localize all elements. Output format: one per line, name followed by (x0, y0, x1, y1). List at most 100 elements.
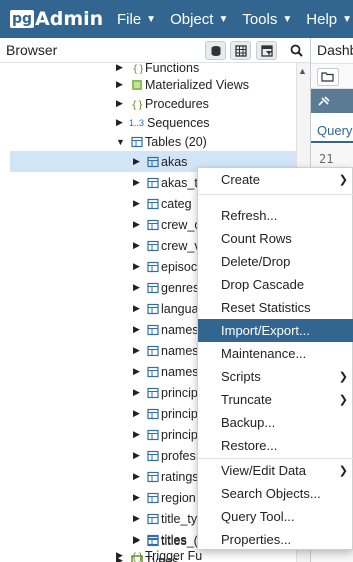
open-file-button[interactable] (317, 68, 339, 86)
line-number: 21 (319, 152, 334, 166)
menu-help[interactable]: Help ▼ (306, 11, 352, 28)
filter-table-icon (260, 44, 273, 57)
chevron-right-icon: ▶ (133, 156, 140, 166)
tree-item-label: Tables (20) (145, 134, 207, 149)
chevron-down-icon: ▼ (218, 13, 229, 25)
tree-item-label: Sequences (147, 115, 210, 130)
tree-item-label: names (161, 364, 199, 379)
menu-item-delete-drop[interactable]: Delete/Drop (198, 250, 353, 273)
active-tab-underline (311, 141, 353, 143)
menu-item-label: Refresh... (221, 208, 278, 223)
types-icon (131, 555, 143, 562)
chevron-right-icon: ❯ (338, 394, 348, 406)
tree-item-label: genres (161, 280, 200, 295)
table-icon (147, 492, 159, 503)
tree-item-label: categ (161, 196, 192, 211)
menu-item-scripts[interactable]: Scripts ❯ (198, 365, 353, 388)
tree-item-label: Materialized Views (145, 77, 249, 92)
svg-text:{}: {} (132, 64, 143, 74)
chevron-right-icon: ▶ (133, 387, 140, 397)
menu-item-restore[interactable]: Restore... (198, 434, 353, 457)
menu-item-search-objects[interactable]: Search Objects... (198, 482, 353, 505)
scroll-up-icon[interactable]: ▲ (298, 66, 307, 76)
tree-item-materialized-views[interactable]: ▶ Materialized Views (0, 74, 296, 95)
chevron-right-icon: ▶ (116, 98, 123, 108)
menu-tools[interactable]: Tools ▼ (242, 11, 292, 28)
chevron-right-icon: ▶ (133, 303, 140, 313)
menu-item-view-edit-data[interactable]: View/Edit Data ❯ (198, 459, 353, 482)
menu-help-label: Help (306, 10, 338, 28)
menu-item-reset-statistics[interactable]: Reset Statistics (198, 296, 353, 319)
tree-item-tables[interactable]: ▼ Tables (20) (0, 131, 296, 152)
chevron-right-icon: ▶ (133, 429, 140, 439)
search-objects-button[interactable] (286, 41, 306, 60)
tree-item-label: akas_t (161, 175, 198, 190)
chevron-right-icon: ▶ (133, 219, 140, 229)
menu-item-label: Restore... (221, 438, 278, 453)
database-icon (211, 45, 220, 56)
table-icon (147, 450, 159, 461)
tree-item-label: names (161, 343, 199, 358)
tree-item-sequences[interactable]: ▶ 1..3 Sequences (0, 112, 296, 133)
chevron-right-icon: ▶ (116, 555, 123, 562)
chevron-right-icon: ▶ (133, 282, 140, 292)
filtered-rows-button[interactable] (256, 41, 277, 60)
menu-item-label: Delete/Drop (221, 254, 291, 269)
chevron-right-icon: ▶ (133, 492, 140, 502)
view-data-button[interactable] (230, 41, 251, 60)
menu-item-label: Count Rows (221, 231, 292, 246)
menu-item-label: Reset Statistics (221, 300, 311, 315)
tree-item-label: akas (161, 154, 188, 169)
tree-item-types[interactable]: ▶ Types (0, 554, 196, 562)
chevron-down-icon: ▼ (282, 13, 293, 25)
menu-item-label: Scripts (221, 369, 261, 384)
tree-item-label: Functions (145, 63, 200, 75)
sequence-icon: 1..3 (129, 117, 145, 128)
folder-open-icon (321, 72, 334, 82)
query-tool-button[interactable] (205, 41, 226, 60)
context-menu: Create ❯ Refresh... Count Rows Delete/Dr… (197, 167, 353, 550)
menu-object-label: Object (170, 10, 214, 28)
menu-item-count-rows[interactable]: Count Rows (198, 227, 353, 250)
menu-item-label: Drop Cascade (221, 277, 305, 292)
tab-dashboard[interactable]: Dashb (317, 42, 353, 58)
table-icon (147, 261, 159, 272)
chevron-right-icon: ▶ (133, 198, 140, 208)
chevron-right-icon: ▶ (116, 79, 123, 89)
tree-item-label: region (161, 490, 196, 505)
chevron-right-icon: ❯ (338, 174, 348, 186)
pgadmin-logo[interactable]: pg Admin (10, 8, 103, 30)
tree-item-label: Procedures (145, 96, 209, 111)
menu-item-truncate[interactable]: Truncate ❯ (198, 388, 353, 411)
svg-text:{}: {} (131, 100, 143, 110)
materialized-view-icon (132, 79, 142, 90)
chevron-right-icon: ❯ (338, 465, 348, 477)
menu-tools-label: Tools (242, 10, 278, 28)
chevron-right-icon: ▶ (133, 177, 140, 187)
browser-title: Browser (6, 42, 58, 58)
menu-item-label: Truncate (221, 392, 272, 407)
menu-item-create[interactable]: Create ❯ (198, 168, 353, 191)
menu-item-refresh[interactable]: Refresh... (198, 204, 353, 227)
menu-item-properties[interactable]: Properties... (198, 528, 353, 551)
chevron-down-icon: ▼ (146, 13, 157, 25)
menu-item-drop-cascade[interactable]: Drop Cascade (198, 273, 353, 296)
tree-item-label: ratings (161, 469, 199, 484)
main-menu-bar: File ▼ Object ▼ Tools ▼ Help ▼ (117, 0, 353, 38)
menu-item-backup[interactable]: Backup... (198, 411, 353, 434)
menu-file[interactable]: File ▼ (117, 11, 156, 28)
tree-item-procedures[interactable]: ▶ {} Procedures (0, 93, 296, 114)
menu-item-maintenance[interactable]: Maintenance... (198, 342, 353, 365)
chevron-right-icon: ▶ (133, 324, 140, 334)
chevron-right-icon: ▶ (133, 408, 140, 418)
tab-query-editor[interactable]: Query (317, 123, 352, 138)
menu-object[interactable]: Object ▼ (170, 11, 228, 28)
menu-item-label: Backup... (221, 415, 276, 430)
chevron-right-icon: ▶ (133, 261, 140, 271)
chevron-right-icon: ▶ (116, 63, 123, 72)
menu-item-query-tool[interactable]: Query Tool... (198, 505, 353, 528)
chevron-right-icon: ▶ (133, 450, 140, 460)
menu-item-import-export[interactable]: Import/Export... (198, 319, 353, 342)
menu-item-label: Create (221, 172, 261, 187)
top-navbar: pg Admin File ▼ Object ▼ Tools ▼ Help ▼ (0, 0, 353, 38)
